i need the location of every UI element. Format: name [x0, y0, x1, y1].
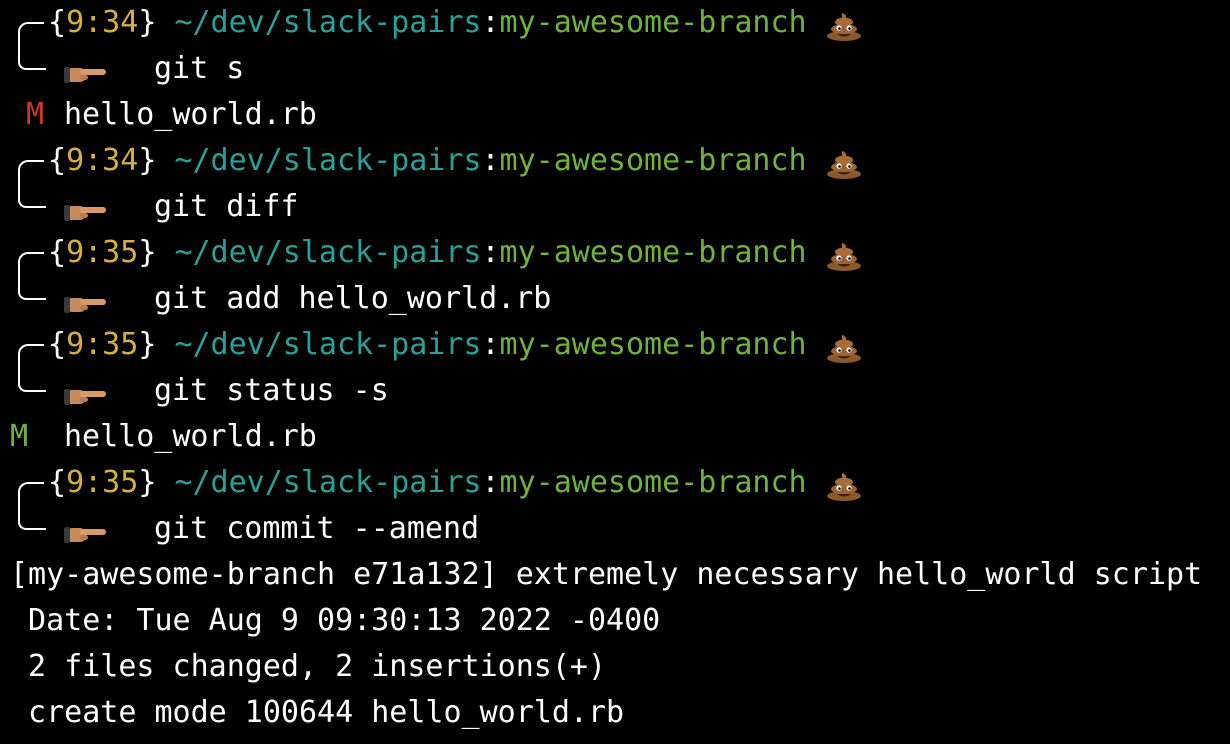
- prompt-command: git diff: [154, 189, 299, 224]
- prompt-bracket-bottom: [18, 44, 46, 70]
- pile-of-poo-icon: [825, 331, 863, 363]
- status-line: M: [26, 92, 44, 138]
- status-file: hello_world.rb: [64, 419, 317, 454]
- prompt-header: {9:35} ~/dev/slack-pairs:my-awesome-bran…: [48, 460, 863, 506]
- prompt-branch: my-awesome-branch: [499, 327, 807, 362]
- prompt-header: {9:35} ~/dev/slack-pairs:my-awesome-bran…: [48, 230, 863, 276]
- pile-of-poo-icon: [825, 9, 863, 41]
- prompt-branch: my-awesome-branch: [499, 235, 807, 270]
- commit-header: [my-awesome-branch e71a132] extremely ne…: [10, 557, 1203, 592]
- terminal-window[interactable]: {9:34} ~/dev/slack-pairs:my-awesome-bran…: [0, 0, 1230, 744]
- prompt-bracket-bottom: [18, 274, 46, 300]
- status-line: M: [10, 414, 28, 460]
- prompt-bracket-bottom: [18, 182, 46, 208]
- prompt-time: 9:35: [66, 327, 139, 362]
- prompt-branch: my-awesome-branch: [499, 143, 807, 178]
- prompt-command: git commit --amend: [154, 511, 480, 546]
- prompt-command: git add hello_world.rb: [154, 281, 552, 316]
- prompt-time: 9:34: [66, 143, 139, 178]
- modified-flag: M: [26, 97, 45, 132]
- prompt-path: ~/dev/slack-pairs: [174, 5, 482, 40]
- commit-stats: 2 files changed, 2 insertions(+): [10, 649, 607, 684]
- pointing-hand-icon: [64, 58, 108, 83]
- pointing-hand-icon: [64, 196, 108, 221]
- prompt-bracket-top: [18, 252, 44, 276]
- staged-flag: M: [10, 419, 29, 454]
- status-file: hello_world.rb: [64, 97, 317, 132]
- prompt-bracket-top: [18, 344, 44, 368]
- prompt-time: 9:35: [66, 465, 139, 500]
- prompt-time: 9:34: [66, 5, 139, 40]
- commit-date: Date: Tue Aug 9 09:30:13 2022 -0400: [10, 603, 661, 638]
- pointing-hand-icon: [64, 288, 108, 313]
- pointing-hand-icon: [64, 380, 108, 405]
- prompt-path: ~/dev/slack-pairs: [174, 143, 482, 178]
- prompt-header: {9:34} ~/dev/slack-pairs:my-awesome-bran…: [48, 138, 863, 184]
- pile-of-poo-icon: [825, 147, 863, 179]
- prompt-header: {9:35} ~/dev/slack-pairs:my-awesome-bran…: [48, 322, 863, 368]
- prompt-bracket-top: [18, 160, 44, 184]
- pointing-hand-icon: [64, 518, 108, 543]
- prompt-command: git status -s: [154, 373, 389, 408]
- prompt-path: ~/dev/slack-pairs: [174, 235, 482, 270]
- prompt-path: ~/dev/slack-pairs: [174, 327, 482, 362]
- prompt-header: {9:34} ~/dev/slack-pairs:my-awesome-bran…: [48, 0, 863, 46]
- prompt-path: ~/dev/slack-pairs: [174, 465, 482, 500]
- prompt-branch: my-awesome-branch: [499, 5, 807, 40]
- pile-of-poo-icon: [825, 469, 863, 501]
- prompt-bracket-bottom: [18, 504, 46, 530]
- commit-mode: create mode 100644 hello_world.rb: [10, 695, 625, 730]
- prompt-bracket-top: [18, 482, 44, 506]
- prompt-branch: my-awesome-branch: [499, 465, 807, 500]
- prompt-time: 9:35: [66, 235, 139, 270]
- prompt-bracket-bottom: [18, 366, 46, 392]
- prompt-bracket-top: [18, 22, 44, 46]
- prompt-command: git s: [154, 51, 245, 86]
- pile-of-poo-icon: [825, 239, 863, 271]
